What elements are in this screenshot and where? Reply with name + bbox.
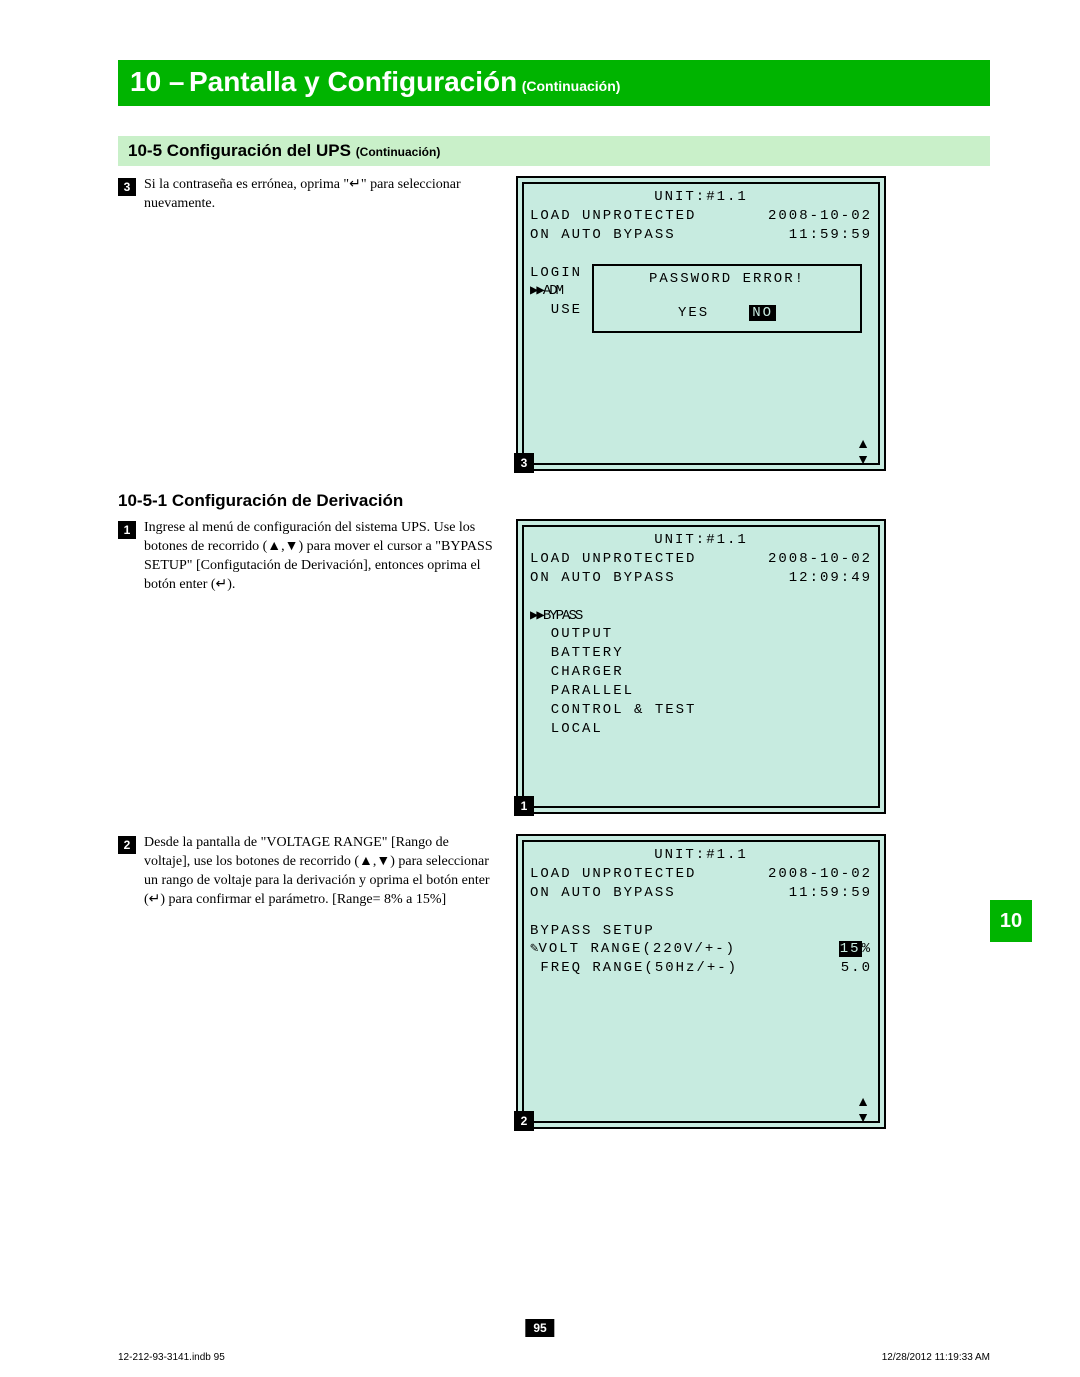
lcd3-no: NO	[749, 305, 776, 321]
chapter-heading: 10 – Pantalla y Configuración (Continuac…	[118, 60, 990, 106]
lcd3-time: 11:59:59	[789, 226, 872, 245]
updown-icon: ▲▼	[856, 435, 870, 467]
lcd-screen-1: UNIT:#1.1 LOAD UNPROTECTED 2008-10-02 ON…	[516, 519, 886, 814]
step-2-number: 2	[118, 836, 136, 854]
step-1-number: 1	[118, 521, 136, 539]
lcd1-unit: UNIT:#1.1	[530, 531, 872, 550]
lcd2-unit: UNIT:#1.1	[530, 846, 872, 865]
step-2-text: Desde la pantalla de "VOLTAGE RANGE" [Ra…	[144, 834, 498, 910]
subsection-heading: 10-5-1 Configuración de Derivación	[118, 491, 990, 511]
lcd3-load: LOAD UNPROTECTED	[530, 207, 696, 226]
step-3-row: 3 Si la contraseña es errónea, oprima "↵…	[118, 176, 990, 471]
lcd2-r1b-hl: 15	[839, 941, 862, 957]
step-1-row: 1 Ingrese al menú de configuración del s…	[118, 519, 990, 814]
side-tab: 10	[990, 900, 1032, 942]
lcd2-r1b-suf: %	[862, 941, 872, 957]
page-number: 95	[525, 1319, 554, 1337]
updown-icon-2: ▲▼	[856, 1093, 870, 1125]
lcd2-r2a: FREQ RANGE(50Hz/+-)	[530, 959, 738, 978]
step-2-row: 2 Desde la pantalla de "VOLTAGE RANGE" […	[118, 834, 990, 1129]
lcd-screen-2: UNIT:#1.1 LOAD UNPROTECTED 2008-10-02 ON…	[516, 834, 886, 1129]
lcd1-load: LOAD UNPROTECTED	[530, 550, 696, 569]
lcd3-adm: ▶▶ADM	[530, 283, 562, 299]
lcd1-caption: 1	[514, 796, 534, 816]
lcd3-date: 2008-10-02	[768, 207, 872, 226]
lcd3-caption: 3	[514, 453, 534, 473]
lcd1-m5: PARALLEL	[530, 682, 872, 701]
lcd1-m3: BATTERY	[530, 644, 872, 663]
lcd1-m6: CONTROL & TEST	[530, 701, 872, 720]
section-title: Configuración del UPS	[167, 141, 351, 160]
lcd1-m7: LOCAL	[530, 720, 872, 739]
lcd2-caption: 2	[514, 1111, 534, 1131]
lcd3-dialog-msg: PASSWORD ERROR!	[602, 270, 852, 289]
footer-right: 12/28/2012 11:19:33 AM	[882, 1352, 990, 1363]
lcd2-time: 11:59:59	[789, 884, 872, 903]
chapter-title: Pantalla y Configuración	[189, 66, 517, 97]
lcd2-bypass: ON AUTO BYPASS	[530, 884, 676, 903]
chapter-continuation: (Continuación)	[522, 78, 621, 94]
step-3-number: 3	[118, 178, 136, 196]
footer-left: 12-212-93-3141.indb 95	[118, 1352, 225, 1363]
lcd2-date: 2008-10-02	[768, 865, 872, 884]
lcd3-dialog: PASSWORD ERROR! YES NO	[592, 264, 862, 333]
lcd1-m1: ▶▶BYPASS	[530, 608, 581, 624]
lcd3-yes: YES	[678, 305, 709, 321]
lcd2-load: LOAD UNPROTECTED	[530, 865, 696, 884]
lcd-screen-3: UNIT:#1.1 LOAD UNPROTECTED 2008-10-02 ON…	[516, 176, 886, 471]
lcd2-r2b: 5.0	[841, 959, 872, 978]
lcd1-bypass: ON AUTO BYPASS	[530, 569, 676, 588]
chapter-number: 10 –	[130, 66, 185, 97]
lcd3-bypass: ON AUTO BYPASS	[530, 226, 676, 245]
lcd1-m4: CHARGER	[530, 663, 872, 682]
lcd2-r1a: VOLT RANGE(220V/+-)	[538, 941, 736, 957]
section-heading: 10-5 Configuración del UPS (Continuación…	[118, 136, 990, 166]
lcd3-unit: UNIT:#1.1	[530, 188, 872, 207]
step-1-text: Ingrese al menú de configuración del sis…	[144, 519, 498, 595]
lcd2-title: BYPASS SETUP	[530, 922, 872, 941]
lcd1-m2: OUTPUT	[530, 625, 872, 644]
footer: 12-212-93-3141.indb 95 12/28/2012 11:19:…	[118, 1352, 990, 1363]
section-continuation: (Continuación)	[356, 145, 441, 159]
lcd1-time: 12:09:49	[789, 569, 872, 588]
section-number: 10-5	[128, 141, 162, 160]
lcd1-date: 2008-10-02	[768, 550, 872, 569]
step-3-text: Si la contraseña es errónea, oprima "↵" …	[144, 176, 498, 214]
